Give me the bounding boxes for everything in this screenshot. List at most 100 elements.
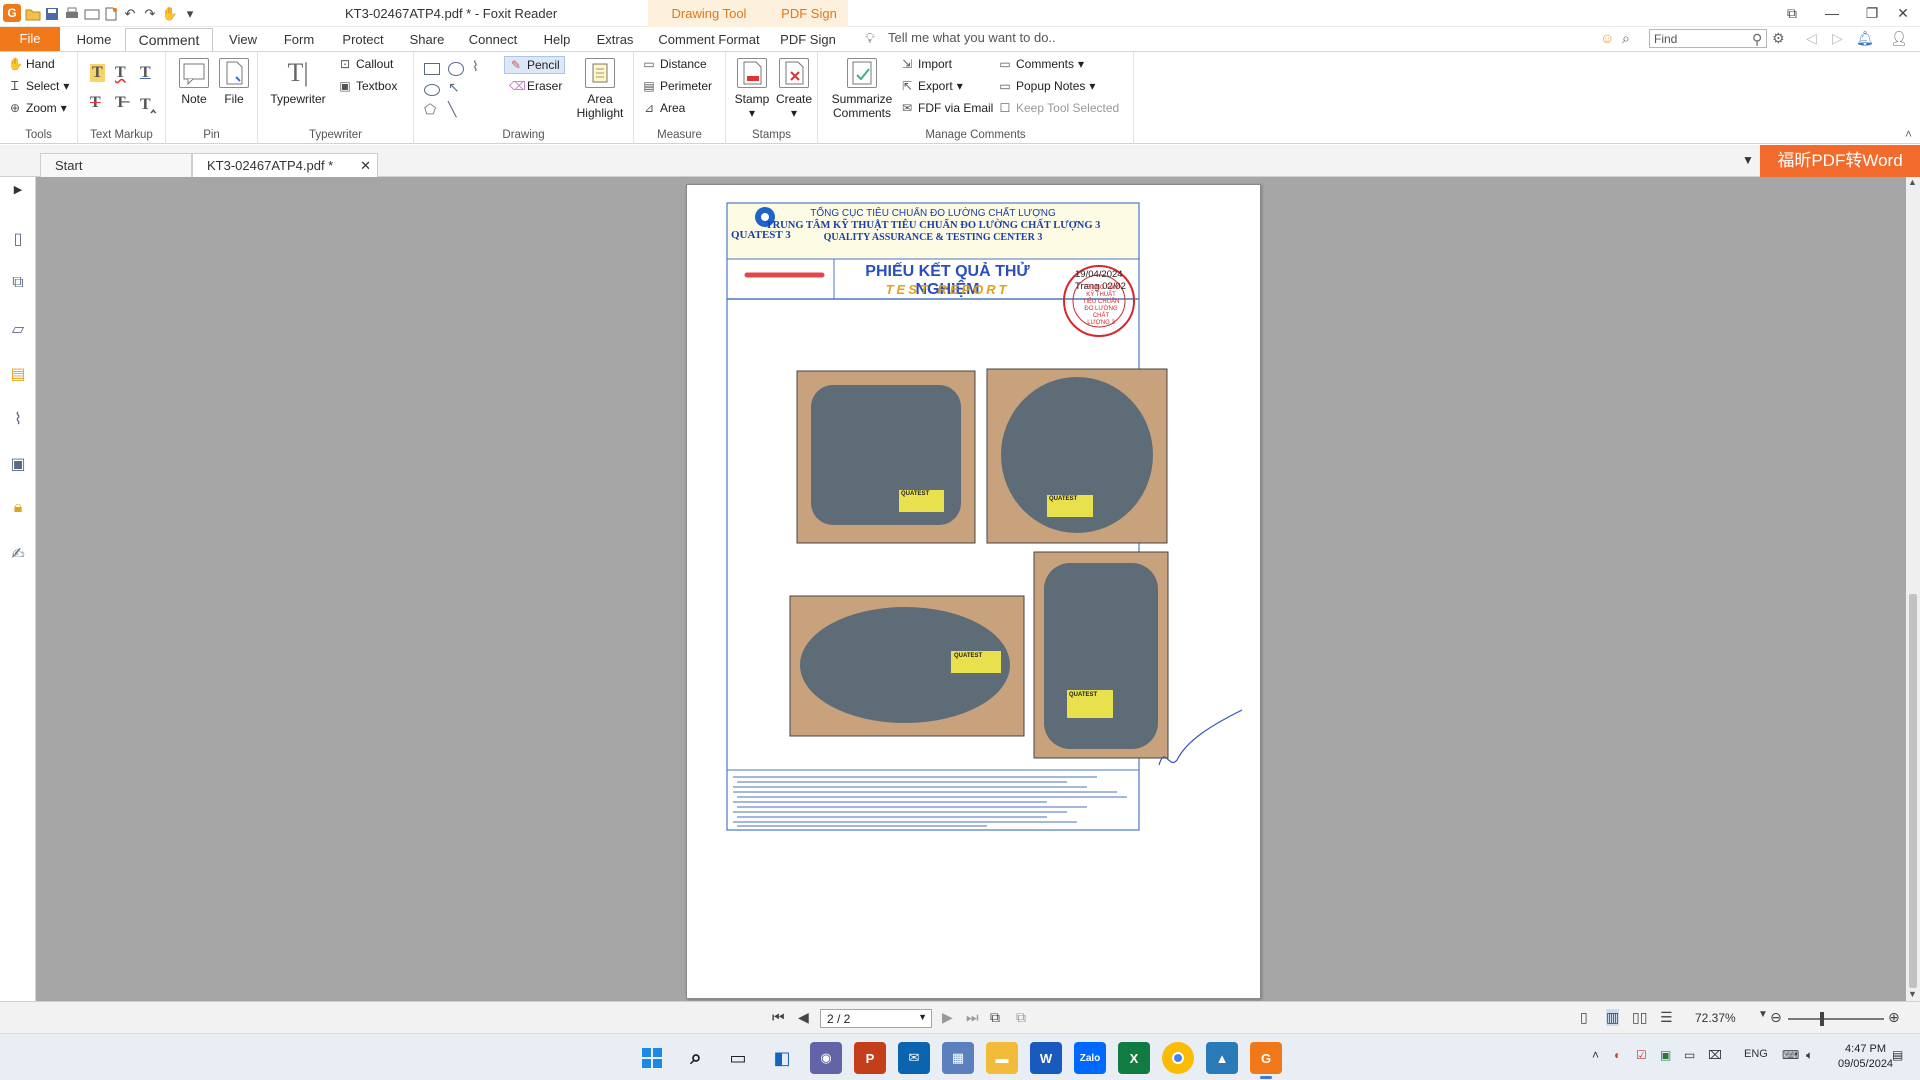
teams-chat-icon[interactable]: ◉: [810, 1042, 842, 1074]
single-page-icon[interactable]: ▯: [1580, 1009, 1588, 1026]
new-document-icon[interactable]: [101, 4, 121, 24]
tab-list-dropdown-icon[interactable]: ▼: [1742, 153, 1754, 167]
next-view-icon[interactable]: ⧉: [1016, 1009, 1026, 1026]
widgets-icon[interactable]: ◧: [766, 1042, 798, 1074]
rectangle-icon[interactable]: [424, 63, 440, 75]
bookmarks-icon[interactable]: ▯: [8, 229, 28, 251]
polyline-icon[interactable]: ⌇: [472, 58, 479, 75]
save-icon[interactable]: [42, 4, 62, 24]
stamp-button[interactable]: Stamp ▾: [732, 58, 772, 120]
polygon-icon[interactable]: ⬠: [424, 101, 436, 118]
user-account-icon[interactable]: 👤︎: [1890, 30, 1908, 47]
oval-icon[interactable]: [424, 84, 440, 96]
next-page-icon[interactable]: ▶: [942, 1009, 953, 1026]
attachments-icon[interactable]: ⌇: [8, 409, 28, 431]
scroll-up-icon[interactable]: ▲: [1908, 177, 1917, 187]
signatures-icon[interactable]: ▣: [8, 454, 28, 476]
smiley-icon[interactable]: ☺: [1600, 30, 1614, 46]
notification-bell-icon[interactable]: 🔔︎: [1856, 30, 1874, 47]
customize-quick-access-icon[interactable]: ▾: [180, 4, 200, 24]
pdf-page[interactable]: TỔNG CỤC TIÊU CHUẨN ĐO LƯỜNG CHẤT LƯỢNG …: [686, 184, 1261, 999]
continuous-facing-icon[interactable]: ☰: [1660, 1009, 1673, 1026]
tab-comment[interactable]: Comment: [125, 28, 213, 51]
eraser-button[interactable]: ⌫ Eraser: [509, 79, 562, 93]
textbox-button[interactable]: ▣ Textbox: [338, 79, 397, 93]
volume-icon[interactable]: 🔈︎: [1806, 1048, 1813, 1063]
export-button[interactable]: ⇱ Export ▾: [900, 79, 963, 93]
task-view-icon[interactable]: ▭: [722, 1042, 754, 1074]
highlight-text-icon[interactable]: T: [90, 64, 105, 82]
line-icon[interactable]: ╲: [448, 101, 456, 118]
undo-icon[interactable]: ↶: [120, 4, 140, 24]
area-highlight-button[interactable]: Area Highlight: [574, 58, 626, 120]
hand-cursor-icon[interactable]: ✋: [160, 4, 180, 24]
squiggly-underline-icon[interactable]: T: [115, 64, 126, 82]
chevron-down-icon[interactable]: ▼: [918, 1012, 927, 1022]
tab-start[interactable]: Start: [40, 153, 192, 177]
zoom-in-icon[interactable]: ⊕: [1888, 1009, 1900, 1026]
tab-share[interactable]: Share: [405, 29, 449, 51]
layers-icon[interactable]: ▱: [8, 319, 28, 341]
print-icon[interactable]: [62, 4, 82, 24]
search-panel-icon[interactable]: ⌕: [1622, 30, 1630, 47]
fdf-via-email-button[interactable]: ✉ FDF via Email: [900, 101, 993, 115]
ribbon-display-options-icon[interactable]: ⧉: [1770, 0, 1814, 27]
zoom-level[interactable]: 72.37%: [1695, 1011, 1736, 1025]
previous-result-icon[interactable]: ◁: [1806, 30, 1817, 47]
tab-pdf-sign[interactable]: PDF Sign: [778, 29, 838, 51]
gear-icon[interactable]: ⚙: [1772, 30, 1785, 47]
cloud-icon[interactable]: [448, 62, 464, 76]
hand-tool-button[interactable]: ✋ Hand: [8, 57, 55, 71]
photos-app-icon[interactable]: ▦: [942, 1042, 974, 1074]
windows-start-icon[interactable]: [636, 1042, 668, 1074]
foxit-reader-taskbar-icon[interactable]: G: [1250, 1042, 1282, 1079]
tray-monitor-icon[interactable]: ▣: [1660, 1048, 1671, 1062]
last-page-icon[interactable]: ⏭: [966, 1009, 979, 1026]
create-stamp-button[interactable]: Create ▾: [774, 58, 814, 120]
replace-text-icon[interactable]: T̶: [115, 94, 126, 112]
minimize-button[interactable]: —: [1810, 0, 1854, 27]
typewriter-button[interactable]: T| Typewriter: [266, 58, 330, 106]
note-button[interactable]: Note: [176, 58, 212, 106]
expand-panel-icon[interactable]: ▶: [8, 183, 28, 205]
facing-page-icon[interactable]: ▯▯: [1632, 1009, 1647, 1026]
vertical-scrollbar[interactable]: ▲ ▼: [1906, 177, 1920, 1001]
tab-form[interactable]: Form: [278, 29, 320, 51]
tab-help[interactable]: Help: [538, 29, 576, 51]
comments-panel-icon[interactable]: ▤: [8, 364, 28, 386]
zoom-slider[interactable]: [1788, 1018, 1884, 1020]
zoom-slider-thumb[interactable]: [1820, 1012, 1824, 1026]
previous-page-icon[interactable]: ◀: [798, 1009, 809, 1026]
pencil-button[interactable]: ✎ Pencil: [504, 56, 565, 74]
tray-checkmark-icon[interactable]: ☑: [1636, 1048, 1647, 1062]
show-hidden-icons-icon[interactable]: ˄: [1592, 1048, 1599, 1062]
previous-view-icon[interactable]: ⧉: [990, 1009, 1000, 1026]
context-tab-pdf-sign[interactable]: PDF Sign: [770, 0, 848, 27]
close-button[interactable]: ✕: [1886, 0, 1920, 27]
comments-button[interactable]: ▭ Comments ▾: [998, 57, 1084, 71]
search-icon[interactable]: ⌕: [680, 1042, 712, 1074]
tab-connect[interactable]: Connect: [464, 29, 522, 51]
select-tool-button[interactable]: Ꮖ Select ▾: [8, 79, 69, 93]
tray-display-icon[interactable]: ▭: [1684, 1048, 1695, 1062]
promo-banner[interactable]: 福昕PDF转Word: [1760, 145, 1920, 177]
notification-center-icon[interactable]: ▤: [1892, 1048, 1903, 1062]
zoom-tool-button[interactable]: ⊕ Zoom ▾: [8, 101, 67, 115]
summarize-comments-button[interactable]: Summarize Comments: [830, 58, 894, 120]
tab-document[interactable]: KT3-02467ATP4.pdf * ✕: [192, 153, 378, 177]
close-tab-icon[interactable]: ✕: [360, 154, 371, 178]
chevron-down-icon[interactable]: ▼: [1758, 1009, 1768, 1020]
tray-app-icon[interactable]: ◐: [1614, 1048, 1621, 1062]
find-input[interactable]: Find: [1649, 29, 1767, 48]
arrow-icon[interactable]: ↖: [448, 79, 460, 96]
next-result-icon[interactable]: ▷: [1832, 30, 1843, 47]
powerpoint-icon[interactable]: P: [854, 1042, 886, 1074]
usb-icon[interactable]: ⌧: [1708, 1048, 1722, 1062]
continuous-page-icon[interactable]: ▥: [1606, 1009, 1620, 1026]
tab-home[interactable]: Home: [72, 29, 116, 51]
keep-tool-selected-checkbox[interactable]: ☐ Keep Tool Selected: [998, 101, 1120, 115]
language-indicator[interactable]: ENG: [1744, 1048, 1768, 1060]
digital-signature-icon[interactable]: ✍︎: [8, 544, 28, 566]
redo-icon[interactable]: ↷: [140, 4, 160, 24]
area-measure-button[interactable]: ⊿ Area: [642, 101, 685, 115]
